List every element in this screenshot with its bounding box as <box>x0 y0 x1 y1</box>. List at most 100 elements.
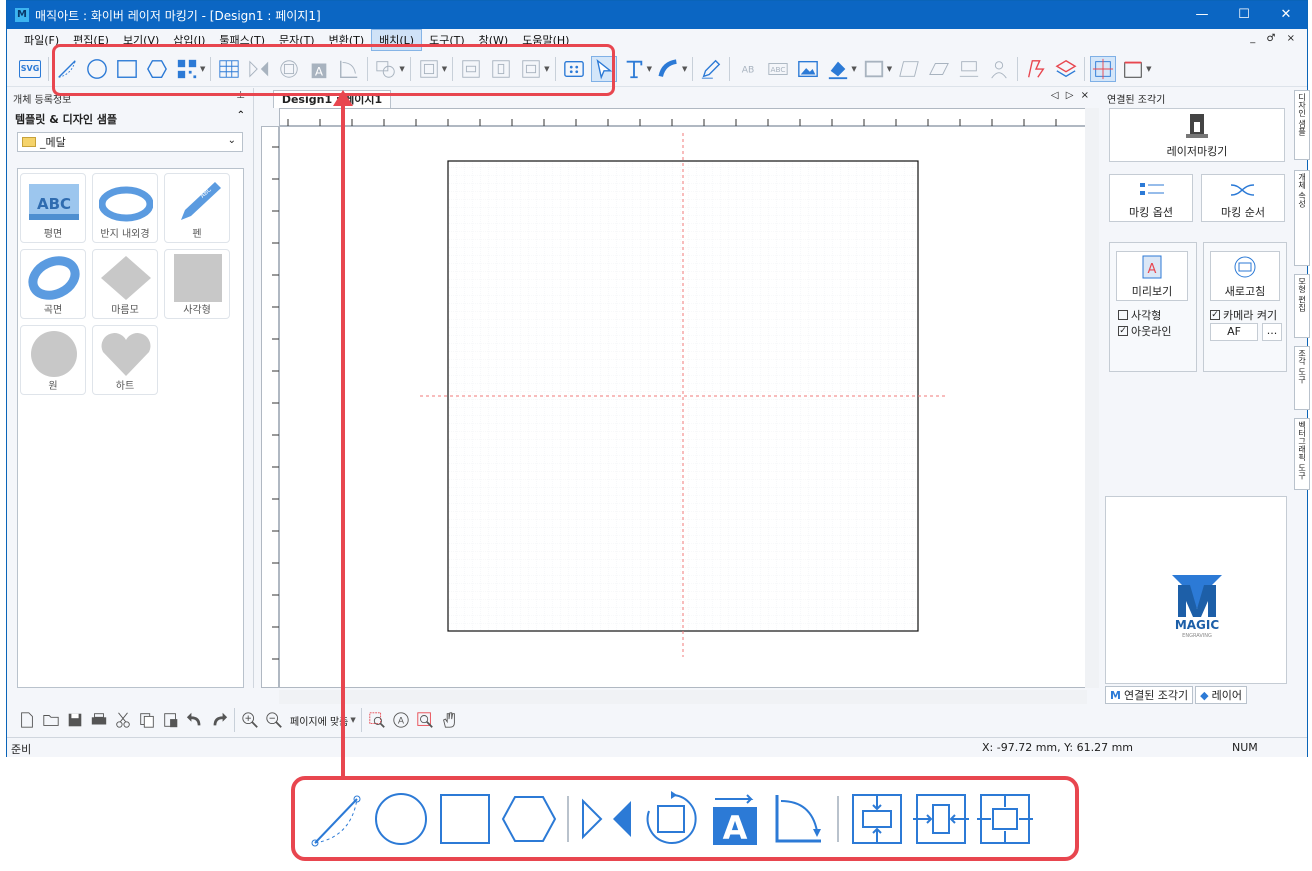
horizontal-scrollbar[interactable] <box>279 690 1087 704</box>
template-tile[interactable]: 사각형 <box>164 249 230 319</box>
laser-marker-device-button[interactable]: 레이저마킹기 <box>1109 108 1285 162</box>
person-button[interactable] <box>986 56 1012 82</box>
zoom-align-center-tool <box>976 790 1034 848</box>
cut-button[interactable] <box>112 709 134 731</box>
eraser-button[interactable] <box>825 56 851 82</box>
camera-checkbox-label: 카메라 켜기 <box>1223 309 1278 322</box>
template-tile[interactable]: ABC 펜 <box>164 173 230 243</box>
workarea-button[interactable] <box>1120 56 1146 82</box>
open-file-button[interactable] <box>40 709 62 731</box>
stamp-button[interactable] <box>956 56 982 82</box>
crosshair-button[interactable] <box>1090 55 1117 82</box>
template-tile[interactable]: ABC 평면 <box>20 173 86 243</box>
abc-text-button[interactable]: ABC <box>765 56 791 82</box>
tab-layers[interactable]: ◆ 레이어 <box>1195 686 1248 704</box>
text-tool-button[interactable] <box>621 56 647 82</box>
chevron-down-icon[interactable]: ▼ <box>1146 65 1151 73</box>
zoom-rectangle-tool <box>436 790 494 848</box>
outline-text-button[interactable]: AB <box>735 56 761 82</box>
category-select[interactable]: _메달 ⌄ <box>17 132 243 152</box>
zoom-actual-button[interactable]: A <box>390 709 412 731</box>
document-area: Design1 : 페이지1 ◁ ▷ × <box>259 88 1099 704</box>
refresh-button[interactable]: 새로고침 <box>1210 251 1280 301</box>
tab-connected-engraver[interactable]: M 연결된 조각기 <box>1105 686 1194 704</box>
mdi-controls[interactable]: _ ♂ × <box>1250 33 1299 44</box>
collapse-icon[interactable]: ⌃ <box>237 110 245 121</box>
template-tile[interactable]: 하트 <box>92 325 158 395</box>
text-a-icon: A <box>713 793 757 847</box>
flat-tile-art-text: ABC <box>37 195 71 213</box>
node-edit-button[interactable] <box>698 56 724 82</box>
image-button[interactable] <box>795 56 821 82</box>
side-tab-shape-edit[interactable]: 모형 편집 <box>1294 274 1310 338</box>
folder-icon <box>22 137 36 147</box>
undo-button[interactable] <box>184 709 206 731</box>
zoom-out-button[interactable] <box>263 709 285 731</box>
zoom-area-icon <box>369 712 385 728</box>
copy-button[interactable] <box>136 709 158 731</box>
svg-import-button[interactable]: SVG <box>17 56 43 82</box>
template-tile[interactable]: ABC 곡면 <box>20 249 86 319</box>
vertical-scrollbar[interactable] <box>1085 108 1099 688</box>
design-canvas[interactable] <box>279 126 1087 688</box>
canvas-drawing <box>420 133 946 657</box>
paste-button[interactable] <box>160 709 182 731</box>
side-tab-engraving-tools[interactable]: 조각 도구 <box>1294 346 1310 410</box>
category-value: _메달 <box>40 136 66 149</box>
new-file-button[interactable] <box>16 709 38 731</box>
mark-options-button[interactable]: 마킹 옵션 <box>1109 174 1193 222</box>
redo-button[interactable] <box>208 709 230 731</box>
template-tile-label: 반지 내외경 <box>100 229 150 240</box>
chevron-down-icon[interactable]: ▼ <box>851 65 856 73</box>
pan-button[interactable] <box>438 709 460 731</box>
slant-shape-button[interactable] <box>926 56 952 82</box>
side-tab-design-samples[interactable]: 디자인 샘플 <box>1294 90 1310 160</box>
zoom-page-button[interactable] <box>414 709 436 731</box>
template-tile[interactable]: 원 <box>20 325 86 395</box>
side-tab-label: 모형 편집 <box>1297 277 1307 312</box>
toolbar-separator <box>692 56 694 81</box>
zoom-polygon-tool <box>500 790 558 848</box>
chevron-down-icon[interactable]: ▼ <box>350 716 355 724</box>
rect-checkbox[interactable]: 사각형 <box>1118 307 1161 323</box>
zoom-area-button[interactable] <box>366 709 388 731</box>
maximize-button[interactable]: ☐ <box>1223 1 1265 29</box>
laser-path-button[interactable] <box>1023 56 1049 82</box>
shuffle-icon <box>1230 184 1255 196</box>
print-button[interactable] <box>88 709 110 731</box>
side-tab-object-properties[interactable]: 개체 속성 <box>1294 170 1310 266</box>
highlight-connector-line <box>341 96 345 776</box>
layers-button[interactable] <box>1053 56 1079 82</box>
svg-text:A: A <box>723 809 748 847</box>
camera-checkbox[interactable]: ✓ 카메라 켜기 <box>1210 307 1277 323</box>
preview-button[interactable]: A 미리보기 <box>1116 251 1188 301</box>
folder-open-icon <box>43 715 59 726</box>
template-tile[interactable]: ABC 반지 내외경 <box>92 173 158 243</box>
arc-text-icon <box>658 58 677 77</box>
path-text-button[interactable] <box>656 56 682 82</box>
vertical-ruler <box>261 126 280 688</box>
template-tile-label: 사각형 <box>183 305 211 316</box>
af-button[interactable]: AF <box>1210 323 1258 341</box>
mark-options-label: 마킹 옵션 <box>1129 206 1173 219</box>
frame-button[interactable] <box>861 56 887 82</box>
zoom-in-button[interactable] <box>239 709 261 731</box>
close-button[interactable]: ✕ <box>1265 1 1307 29</box>
more-button[interactable]: ... <box>1262 323 1282 341</box>
mark-order-label: 마킹 순서 <box>1221 206 1265 219</box>
layers-icon <box>1055 59 1077 77</box>
mark-order-button[interactable]: 마킹 순서 <box>1201 174 1285 222</box>
magic-logo: MAGIC ENGRAVING <box>1172 575 1222 639</box>
parallelogram-button[interactable] <box>896 56 922 82</box>
outline-checkbox[interactable]: ✓ 아웃라인 <box>1118 323 1171 339</box>
minimize-button[interactable]: — <box>1181 1 1223 29</box>
chevron-down-icon[interactable]: ▼ <box>887 65 892 73</box>
side-tab-vector-tools[interactable]: 벡터그래픽 도구 <box>1294 418 1310 490</box>
template-tile-label: 평면 <box>43 229 63 240</box>
document-nav[interactable]: ◁ ▷ × <box>1051 90 1091 101</box>
template-tile[interactable]: 마름모 <box>92 249 158 319</box>
chevron-down-icon[interactable]: ▼ <box>647 65 652 73</box>
ruler-ticks <box>272 146 280 660</box>
save-button[interactable] <box>64 709 86 731</box>
chevron-down-icon[interactable]: ▼ <box>682 65 687 73</box>
